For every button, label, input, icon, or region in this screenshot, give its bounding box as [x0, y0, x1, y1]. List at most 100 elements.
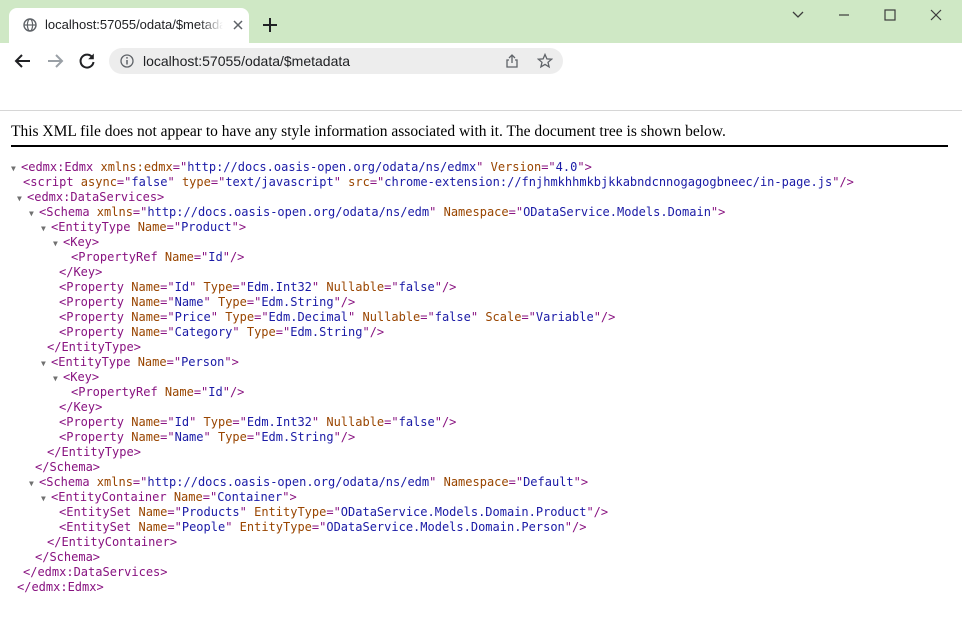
- xml-attr-name: Name: [164, 385, 194, 399]
- xml-tag-text: "/>: [593, 310, 616, 324]
- info-icon[interactable]: [120, 54, 134, 68]
- xml-attr-name: Name: [131, 430, 161, 444]
- xml-tag-text: =": [275, 325, 291, 339]
- xml-attr-name: type: [181, 175, 211, 189]
- collapse-triangle-icon[interactable]: ▼: [41, 221, 51, 235]
- xml-tag-text: ">: [231, 220, 247, 234]
- xml-attr-value: Edm.String: [261, 430, 334, 444]
- xml-tag-text: <Property: [59, 295, 132, 309]
- xml-tag-text: ">: [710, 205, 726, 219]
- xml-attr-name: EntityType: [254, 505, 327, 519]
- xml-tag-text: =": [166, 355, 182, 369]
- xml-tag-text: <Property: [59, 430, 132, 444]
- url-input[interactable]: [143, 53, 473, 69]
- xml-tag-text: =": [202, 490, 218, 504]
- xml-attr-value: Edm.Int32: [246, 280, 312, 294]
- xml-line: </Key>: [11, 400, 951, 415]
- collapse-triangle-icon[interactable]: ▼: [29, 206, 39, 220]
- xml-attr-name: Name: [138, 505, 168, 519]
- xml-attr-value: Name: [174, 295, 204, 309]
- arrow-left-icon[interactable]: [13, 51, 33, 71]
- xml-tag-text: "/>: [333, 430, 356, 444]
- xml-attr-value: Price: [174, 310, 211, 324]
- xml-attr-name: Name: [131, 325, 161, 339]
- xml-attr-value: Id: [208, 250, 223, 264]
- tab-close-icon[interactable]: [231, 18, 245, 32]
- xml-line: <EntitySet Name="People" EntityType="ODa…: [11, 520, 951, 535]
- xml-tag-text: =": [160, 325, 175, 339]
- reload-icon[interactable]: [77, 51, 97, 71]
- close-window-icon[interactable]: [913, 5, 959, 27]
- xml-attr-value: Name: [174, 430, 204, 444]
- share-icon[interactable]: [504, 53, 520, 69]
- xml-tag-text: =": [160, 415, 175, 429]
- xml-attr-value: ODataService.Models.Domain.Person: [326, 520, 565, 534]
- page-content: This XML file does not appear to have an…: [0, 111, 962, 619]
- xml-tag-text: <Property: [59, 280, 132, 294]
- xml-line: </EntityType>: [11, 340, 951, 355]
- xml-line: </edmx:Edmx>: [11, 580, 951, 595]
- arrow-right-icon[interactable]: [45, 51, 65, 71]
- xml-attr-name: Name: [131, 295, 161, 309]
- xml-tag-text: <EntityType: [51, 220, 138, 234]
- new-tab-plus-icon[interactable]: [260, 15, 280, 35]
- xml-attr-value: People: [181, 520, 226, 534]
- xml-tag-text: =": [232, 415, 247, 429]
- xml-attr-name: Scale: [485, 310, 522, 324]
- xml-attr-name: Name: [173, 490, 203, 504]
- collapse-triangle-icon[interactable]: ▼: [11, 161, 21, 175]
- browser-tab[interactable]: localhost:57055/odata/$metadata: [9, 8, 249, 43]
- xml-tag-text: =": [521, 310, 536, 324]
- maximize-icon[interactable]: [867, 5, 913, 27]
- collapse-triangle-icon[interactable]: ▼: [41, 356, 51, 370]
- xml-attr-value: Edm.String: [290, 325, 363, 339]
- xml-attr-value: 4.0: [555, 160, 578, 174]
- xml-tag-text: ": [232, 325, 247, 339]
- star-icon[interactable]: [537, 53, 553, 69]
- xml-attr-value: false: [131, 175, 168, 189]
- xml-line: <EntitySet Name="Products" EntityType="O…: [11, 505, 951, 520]
- xml-attr-value: ODataService.Models.Domain.Product: [340, 505, 587, 519]
- xml-tag-text: <Property: [59, 325, 132, 339]
- minimize-icon[interactable]: [821, 5, 867, 27]
- xml-tag-text: </Key>: [59, 400, 103, 414]
- xml-attr-name: src: [348, 175, 370, 189]
- xml-tag-text: </Schema>: [35, 550, 101, 564]
- xml-attr-name: Namespace: [443, 205, 509, 219]
- xml-tag-text: =": [116, 175, 132, 189]
- xml-tag-text: <PropertyRef: [71, 385, 165, 399]
- xml-line: </EntityType>: [11, 445, 951, 460]
- xml-tag-text: ": [311, 280, 327, 294]
- xml-tag-text: </EntityType>: [47, 340, 141, 354]
- xml-line: ▼ <Key>: [11, 370, 951, 385]
- xml-attr-name: Name: [131, 280, 161, 294]
- tab-title: localhost:57055/odata/$metadata: [45, 17, 223, 32]
- xml-tag-text: "/>: [564, 520, 587, 534]
- collapse-triangle-icon[interactable]: ▼: [53, 236, 63, 250]
- xml-line: ▼ <EntityType Name="Product">: [11, 220, 951, 235]
- xml-tag-text: ": [203, 430, 218, 444]
- xml-tag-text: <Key>: [63, 235, 100, 249]
- minimize-chevron-icon[interactable]: [775, 5, 821, 27]
- xml-tag-text: <EntitySet: [59, 520, 139, 534]
- xml-tag-text: <EntityContainer: [51, 490, 174, 504]
- collapse-triangle-icon[interactable]: ▼: [53, 371, 63, 385]
- xml-tag-text: =": [193, 385, 209, 399]
- xml-tag-text: ": [333, 175, 349, 189]
- xml-line: ▼ <edmx:Edmx xmlns:edmx="http://docs.oasi…: [11, 160, 951, 175]
- collapse-triangle-icon[interactable]: ▼: [29, 476, 39, 490]
- xml-line: ▼ <Key>: [11, 235, 951, 250]
- xml-tag-text: <Schema: [39, 475, 97, 489]
- collapse-triangle-icon[interactable]: ▼: [41, 491, 51, 505]
- xml-tag-text: "/>: [362, 325, 385, 339]
- xml-line: <Property Name="Id" Type="Edm.Int32" Nul…: [11, 415, 951, 430]
- xml-attr-name: Namespace: [443, 475, 509, 489]
- xml-attr-name: Type: [203, 415, 233, 429]
- xml-tag-text: ": [348, 310, 363, 324]
- address-bar[interactable]: [109, 48, 563, 74]
- xml-tag-text: "/>: [586, 505, 609, 519]
- xml-attr-value: http://docs.oasis-open.org/odata/ns/edm: [147, 475, 430, 489]
- collapse-triangle-icon[interactable]: ▼: [17, 191, 27, 205]
- xml-tag-text: </EntityContainer>: [47, 535, 178, 549]
- xml-tag-text: =": [193, 250, 209, 264]
